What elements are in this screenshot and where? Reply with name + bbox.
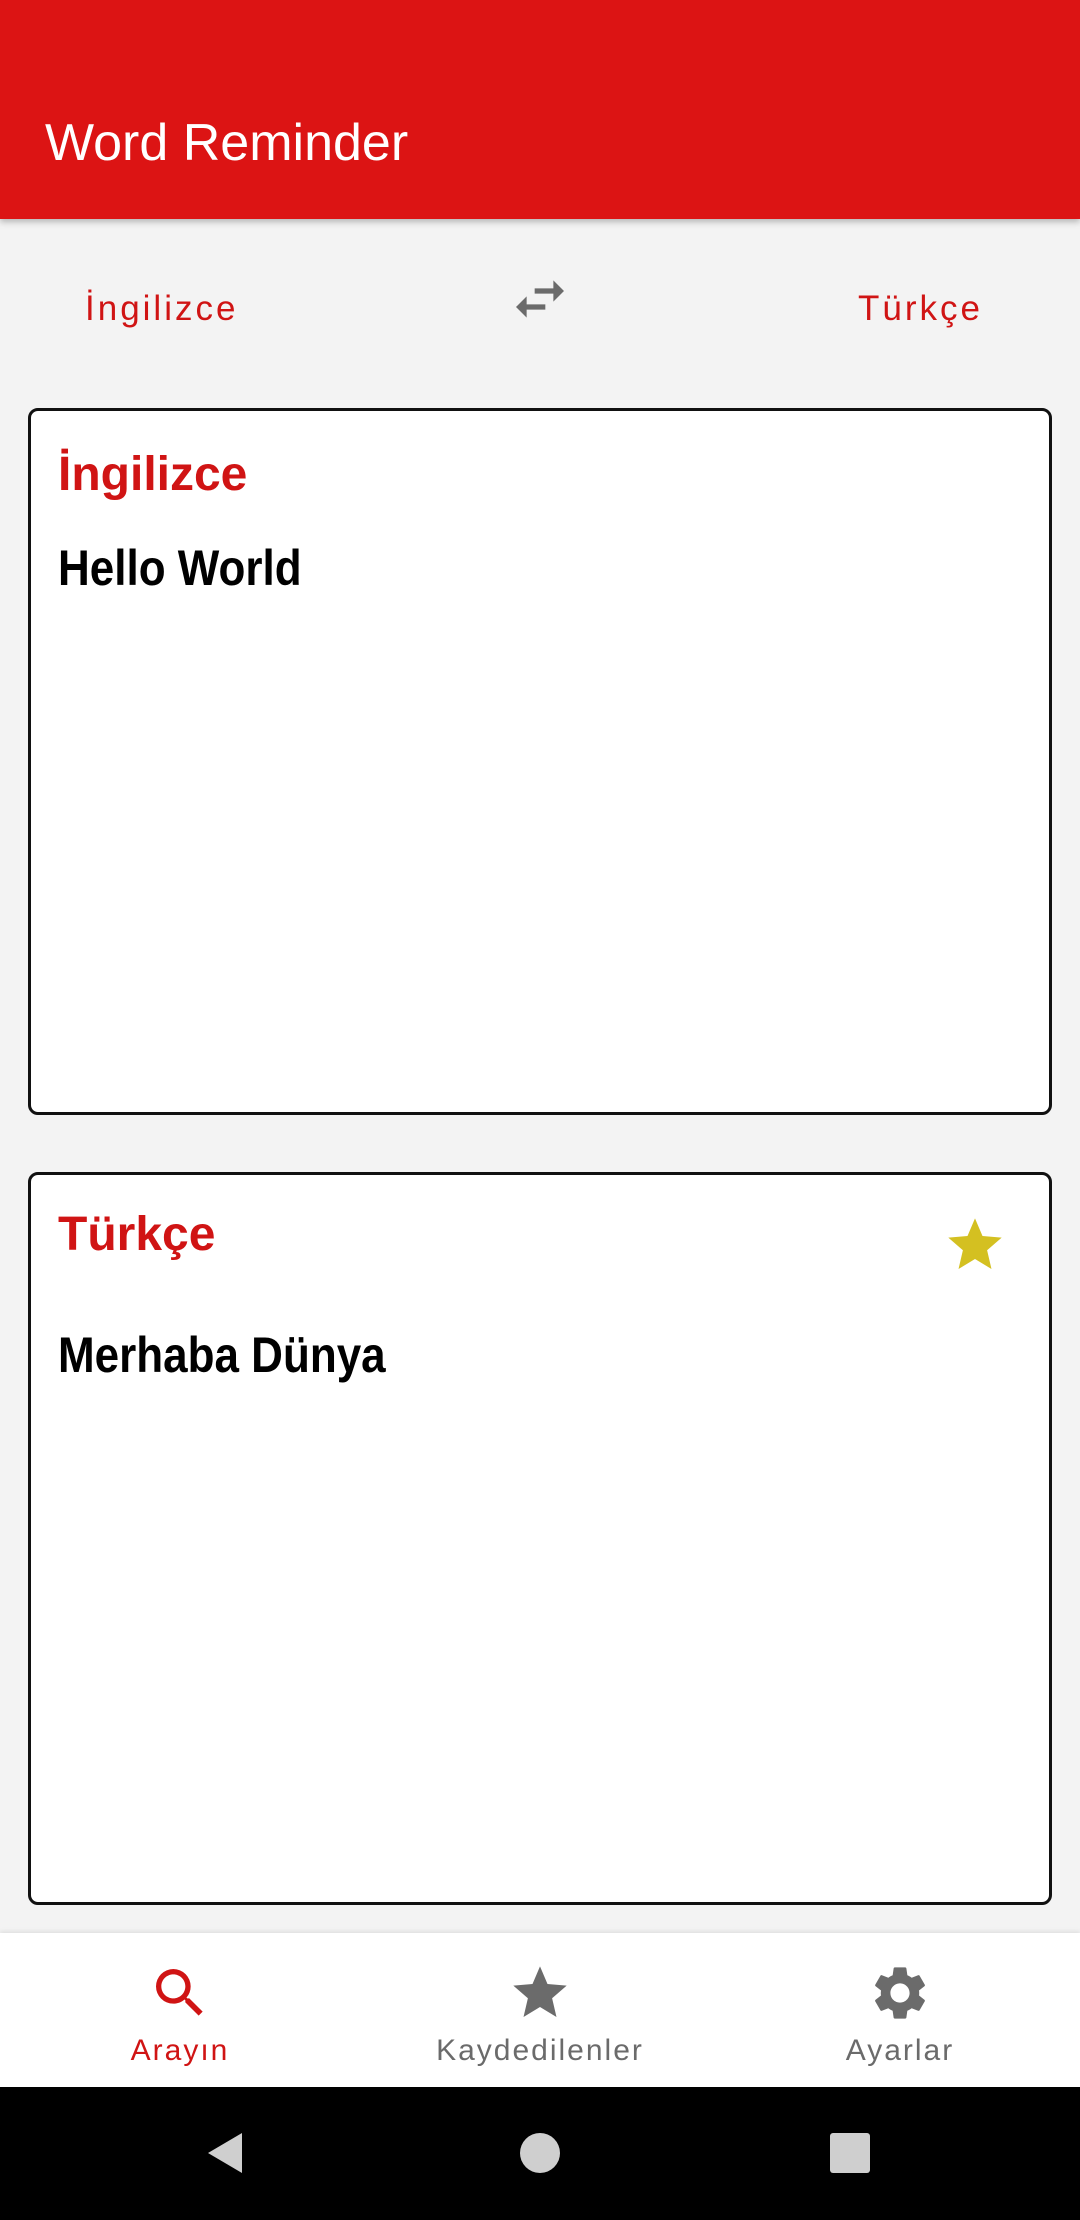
language-selector: İngilizce Türkçe <box>0 219 1080 384</box>
favorite-button[interactable] <box>943 1213 1007 1277</box>
source-language-button[interactable]: İngilizce <box>85 279 238 339</box>
back-icon <box>208 2133 242 2173</box>
system-navigation-bar <box>0 2087 1080 2220</box>
translated-text: Merhaba Dünya <box>58 1327 386 1383</box>
nav-item-saved[interactable]: Kaydedilenler <box>360 1933 720 2087</box>
source-card-language: İngilizce <box>58 448 248 501</box>
source-text[interactable]: Hello World <box>58 538 302 598</box>
swap-horizontal-icon <box>516 280 564 318</box>
app-title: Word Reminder <box>45 114 409 172</box>
nav-item-search[interactable]: Arayın <box>0 1933 360 2087</box>
source-text-card[interactable]: İngilizce Hello World <box>28 408 1052 1115</box>
app-screen: Word Reminder İngilizce Türkçe İngilizce… <box>0 0 1080 2220</box>
nav-label-settings: Ayarlar <box>845 2034 955 2067</box>
target-card-language: Türkçe <box>58 1208 216 1261</box>
swap-languages-button[interactable] <box>505 267 575 331</box>
target-language-button[interactable]: Türkçe <box>858 279 983 339</box>
search-icon <box>156 1969 203 2016</box>
home-icon <box>520 2133 560 2173</box>
star-icon <box>948 1218 1002 1269</box>
translation-card: Türkçe Merhaba Dünya <box>28 1172 1052 1905</box>
star-icon <box>513 1966 567 2017</box>
app-bar: Word Reminder <box>0 0 1080 219</box>
system-recents-button[interactable] <box>818 2121 882 2185</box>
nav-item-settings[interactable]: Ayarlar <box>720 1933 1080 2087</box>
gear-icon <box>875 1967 925 2019</box>
nav-label-search: Arayın <box>130 2034 230 2067</box>
system-home-button[interactable] <box>508 2121 572 2185</box>
bottom-navigation: Arayın Kaydedilenler Ayarlar <box>0 1933 1080 2087</box>
nav-label-saved: Kaydedilenler <box>436 2034 644 2067</box>
system-back-button[interactable] <box>196 2121 260 2185</box>
recents-icon <box>830 2133 870 2173</box>
